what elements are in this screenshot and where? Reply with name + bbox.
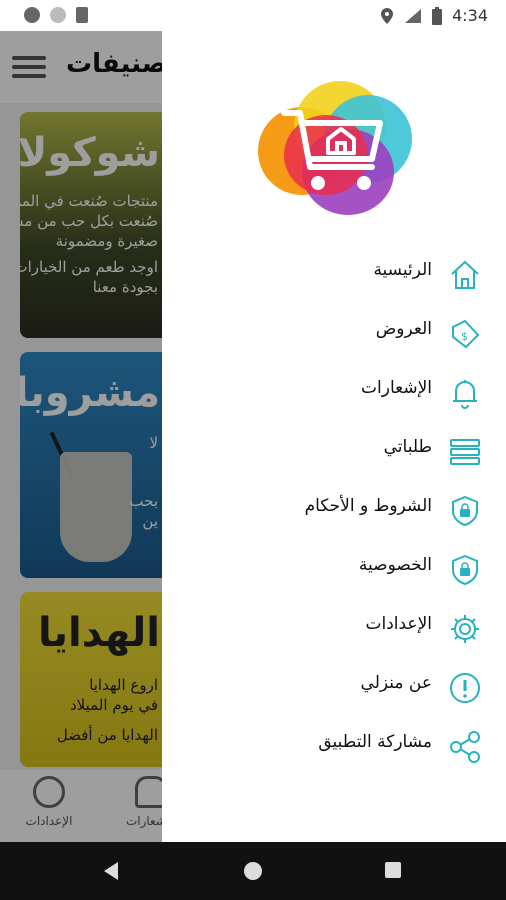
menu-label: الشروط و الأحكام	[304, 496, 432, 516]
recent-apps-icon[interactable]	[385, 862, 401, 878]
menu-label: العروض	[375, 319, 432, 339]
gear-icon	[451, 615, 479, 643]
home-button-icon[interactable]	[244, 862, 262, 880]
menu-label: الإشعارات	[361, 378, 432, 398]
app-logo	[258, 81, 414, 217]
list-icon	[450, 439, 480, 465]
back-icon[interactable]	[104, 862, 118, 880]
menu-item-orders[interactable]: طلباتي	[162, 423, 506, 482]
location-icon	[381, 7, 394, 24]
cart-icon	[281, 110, 383, 190]
chat-notification-icon	[24, 7, 40, 23]
share-icon	[450, 731, 480, 763]
sd-card-icon	[76, 7, 88, 23]
menu-label: طلباتي	[383, 437, 432, 457]
clock: 4:34	[452, 6, 488, 25]
menu-item-notifications[interactable]: الإشعارات	[162, 364, 506, 423]
notification-icons	[24, 7, 88, 23]
price-tag-icon: $	[452, 319, 480, 349]
circle-notification-icon	[50, 7, 66, 23]
menu-label: عن منزلي	[360, 673, 432, 693]
info-icon	[450, 673, 480, 703]
menu-label: الخصوصية	[358, 555, 432, 575]
menu-label: الإعدادات	[365, 614, 432, 634]
menu-item-settings[interactable]: الإعدادات	[162, 600, 506, 659]
menu-item-home[interactable]: الرئيسية	[162, 246, 506, 305]
shield-lock-icon	[452, 495, 478, 527]
system-navigation-bar	[0, 842, 506, 900]
status-bar: 4:34	[0, 0, 506, 31]
menu-item-privacy[interactable]: الخصوصية	[162, 541, 506, 600]
bell-icon	[453, 380, 477, 409]
svg-text:$: $	[461, 330, 468, 343]
menu-item-about[interactable]: عن منزلي	[162, 659, 506, 718]
shield-lock-icon	[452, 554, 478, 586]
system-icons: 4:34	[380, 6, 488, 25]
signal-icon	[405, 8, 422, 23]
menu-item-offers[interactable]: $ العروض	[162, 305, 506, 364]
battery-icon	[432, 6, 443, 25]
drawer-menu: الرئيسية $ العروض الإشعارات طلباتي الشرو…	[162, 246, 506, 777]
menu-label: مشاركة التطبيق	[318, 732, 432, 752]
navigation-drawer: الرئيسية $ العروض الإشعارات طلباتي الشرو…	[162, 31, 506, 842]
menu-item-share[interactable]: مشاركة التطبيق	[162, 718, 506, 777]
menu-label: الرئيسية	[373, 260, 432, 280]
home-icon	[451, 260, 479, 289]
menu-item-terms[interactable]: الشروط و الأحكام	[162, 482, 506, 541]
